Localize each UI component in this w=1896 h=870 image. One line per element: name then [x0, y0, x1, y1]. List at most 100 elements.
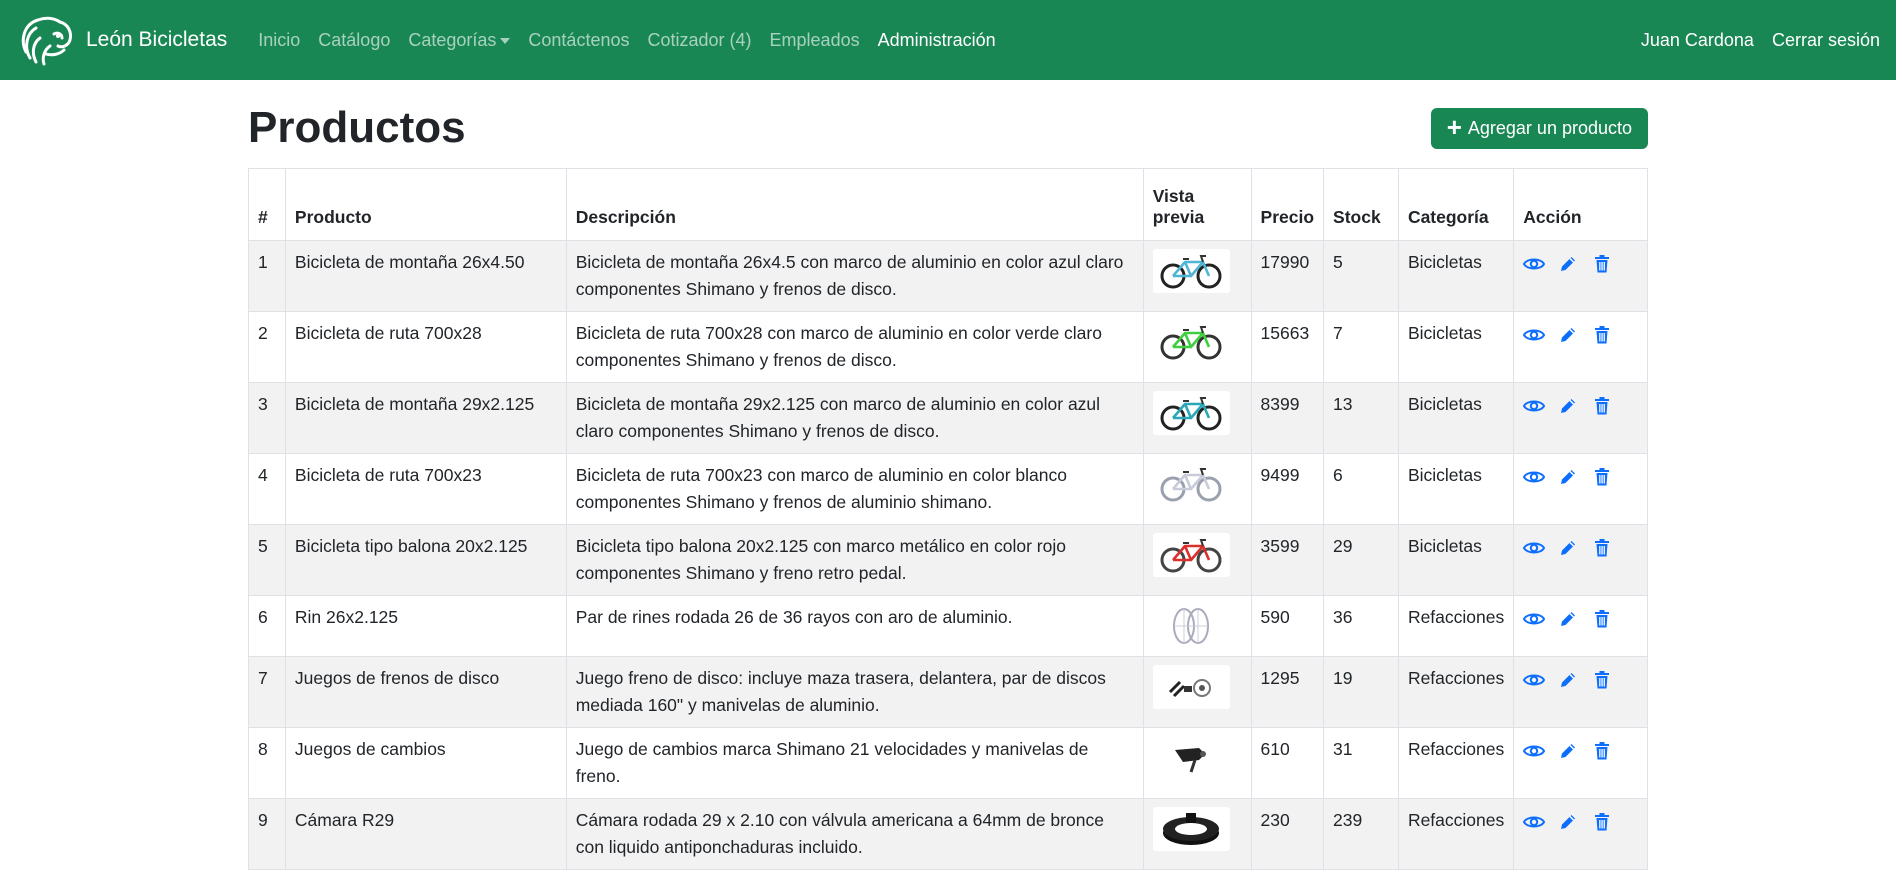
trash-icon[interactable]	[1591, 608, 1613, 630]
eye-icon[interactable]	[1523, 466, 1546, 488]
cell-description: Bicicleta de ruta 700x23 con marco de al…	[565, 453, 1144, 525]
eye-icon[interactable]	[1523, 811, 1546, 833]
trash-icon[interactable]	[1591, 811, 1613, 833]
table-row: 4 Bicicleta de ruta 700x23 Bicicleta de …	[248, 453, 1648, 525]
product-thumbnail	[1152, 533, 1230, 577]
cell-stock: 239	[1323, 798, 1399, 870]
cell-price: 1295	[1250, 656, 1325, 728]
cell-category: Refacciones	[1397, 595, 1515, 657]
column-header-action: Acción	[1513, 168, 1648, 241]
shifter-icon	[1175, 748, 1207, 773]
eye-icon[interactable]	[1523, 395, 1546, 417]
cell-actions	[1513, 382, 1648, 454]
logout-link[interactable]: Cerrar sesión	[1772, 30, 1880, 51]
column-header-product: Producto	[284, 168, 567, 241]
cell-category: Bicicletas	[1397, 382, 1515, 454]
pencil-icon[interactable]	[1557, 324, 1579, 346]
column-header-price: Precio	[1250, 168, 1325, 241]
add-product-button[interactable]: + Agregar un producto	[1430, 107, 1648, 149]
trash-icon[interactable]	[1591, 395, 1613, 417]
table-row: 5 Bicicleta tipo balona 20x2.125 Bicicle…	[248, 524, 1648, 596]
cell-id: 1	[248, 240, 286, 312]
cell-preview	[1142, 798, 1252, 870]
cell-preview	[1142, 595, 1252, 657]
nav-link-catalogo[interactable]: Catálogo	[309, 30, 399, 51]
cell-description: Juego de cambios marca Shimano 21 veloci…	[565, 727, 1144, 799]
cell-stock: 36	[1323, 595, 1399, 657]
cell-description: Cámara rodada 29 x 2.10 con válvula amer…	[565, 798, 1144, 870]
trash-icon[interactable]	[1591, 466, 1613, 488]
nav-link-contactenos[interactable]: Contáctenos	[519, 30, 638, 51]
pencil-icon[interactable]	[1557, 608, 1579, 630]
cell-id: 6	[248, 595, 286, 657]
row-actions	[1523, 807, 1638, 833]
cell-price: 590	[1250, 595, 1325, 657]
brand-name: León Bicicletas	[86, 28, 228, 51]
cell-id: 2	[248, 311, 286, 383]
column-header-stock: Stock	[1323, 168, 1399, 241]
eye-icon[interactable]	[1523, 669, 1546, 691]
page-title: Productos	[248, 103, 466, 152]
lion-head-icon	[21, 16, 72, 66]
pencil-icon[interactable]	[1557, 740, 1579, 762]
table-row: 9 Cámara R29 Cámara rodada 29 x 2.10 con…	[248, 798, 1648, 870]
product-thumbnail	[1152, 665, 1230, 709]
cell-actions	[1513, 727, 1648, 799]
eye-icon[interactable]	[1523, 608, 1546, 630]
cell-preview	[1142, 453, 1252, 525]
pencil-icon[interactable]	[1557, 395, 1579, 417]
eye-icon[interactable]	[1523, 537, 1546, 559]
product-thumbnail	[1152, 249, 1230, 293]
bike-green-icon	[1160, 326, 1222, 360]
column-header-id: #	[248, 168, 286, 241]
eye-icon[interactable]	[1523, 740, 1546, 762]
cell-stock: 31	[1323, 727, 1399, 799]
eye-icon[interactable]	[1523, 324, 1546, 346]
pencil-icon[interactable]	[1557, 669, 1579, 691]
cell-actions	[1513, 595, 1648, 657]
cell-category: Bicicletas	[1397, 240, 1515, 312]
nav-link-inicio[interactable]: Inicio	[249, 30, 309, 51]
product-thumbnail	[1152, 391, 1230, 435]
pencil-icon[interactable]	[1557, 811, 1579, 833]
user-name-link[interactable]: Juan Cardona	[1641, 30, 1754, 51]
cell-price: 17990	[1250, 240, 1325, 312]
table-row: 2 Bicicleta de ruta 700x28 Bicicleta de …	[248, 311, 1648, 383]
disc-brakes-icon	[1169, 679, 1212, 698]
trash-icon[interactable]	[1591, 253, 1613, 275]
trash-icon[interactable]	[1591, 740, 1613, 762]
cell-description: Bicicleta tipo balona 20x2.125 con marco…	[565, 524, 1144, 596]
cell-price: 610	[1250, 727, 1325, 799]
product-thumbnail	[1152, 604, 1230, 648]
trash-icon[interactable]	[1591, 537, 1613, 559]
trash-icon[interactable]	[1591, 324, 1613, 346]
nav-link-cotizador[interactable]: Cotizador (4)	[638, 30, 760, 51]
trash-icon[interactable]	[1591, 669, 1613, 691]
cell-preview	[1142, 727, 1252, 799]
cell-id: 5	[248, 524, 286, 596]
cell-product: Bicicleta tipo balona 20x2.125	[284, 524, 567, 596]
cell-category: Refacciones	[1397, 727, 1515, 799]
cell-preview	[1142, 382, 1252, 454]
row-actions	[1523, 533, 1638, 559]
cell-category: Refacciones	[1397, 656, 1515, 728]
pencil-icon[interactable]	[1557, 253, 1579, 275]
product-thumbnail	[1152, 736, 1230, 780]
cell-category: Bicicletas	[1397, 524, 1515, 596]
nav-dropdown-categorias[interactable]: Categorías	[399, 30, 519, 51]
cell-stock: 7	[1323, 311, 1399, 383]
row-actions	[1523, 391, 1638, 417]
cell-actions	[1513, 453, 1648, 525]
nav-link-administracion[interactable]: Administración	[869, 30, 1005, 51]
cell-price: 230	[1250, 798, 1325, 870]
row-actions	[1523, 249, 1638, 275]
pencil-icon[interactable]	[1557, 537, 1579, 559]
brand[interactable]: León Bicicletas	[16, 12, 227, 68]
pencil-icon[interactable]	[1557, 466, 1579, 488]
cell-description: Par de rines rodada 26 de 36 rayos con a…	[565, 595, 1144, 657]
nav-link-empleados[interactable]: Empleados	[761, 30, 869, 51]
cell-description: Bicicleta de montaña 29x2.125 con marco …	[565, 382, 1144, 454]
page-header: Productos + Agregar un producto	[248, 80, 1648, 168]
cell-id: 4	[248, 453, 286, 525]
eye-icon[interactable]	[1523, 253, 1546, 275]
